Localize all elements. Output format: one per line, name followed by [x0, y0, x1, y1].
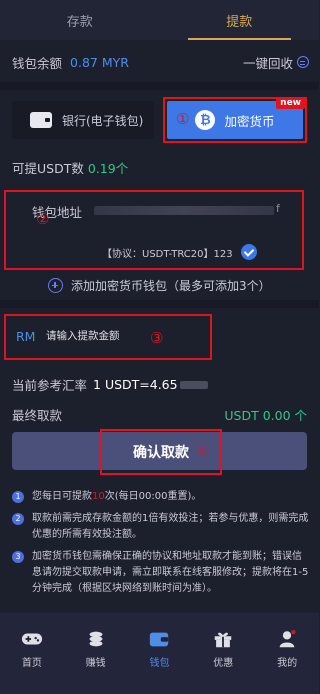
note-text-pre: 您每日可提款	[32, 491, 92, 502]
recycle-label: 一键回收	[242, 55, 293, 71]
note-item: 2 取款前需完成存款金额的1倍有效投注；若参与优惠，则需完成优惠的所需有效投注额…	[12, 511, 309, 543]
note-number: 2	[12, 513, 24, 525]
recycle-button[interactable]: 一键回收	[243, 53, 309, 72]
tab-deposit-label: 存款	[66, 14, 93, 30]
nav-mine-label: 我的	[277, 658, 298, 669]
wallet-address-card[interactable]: 钱包地址 f ② 【协议：USDT-TRC20】123	[4, 190, 304, 270]
note-text: 取款前需完成存款金额的1倍有效投注；若参与优惠，则需完成优惠的所需有效投注额。	[32, 513, 309, 540]
nav-home[interactable]: 首页	[0, 613, 64, 694]
note-text: 加密货币钱包需确保正确的协议和地址取款才能到账；错误信息请勿提交取款申请，需立即…	[32, 551, 309, 594]
coins-icon	[89, 631, 103, 647]
note-highlight: 10	[92, 491, 105, 502]
final-amount-label: 最终取款	[12, 408, 63, 423]
amount-field: RM	[4, 314, 212, 360]
bitcoin-icon: ₿	[195, 110, 216, 130]
gamepad-icon	[21, 633, 42, 645]
note-number: 3	[12, 551, 24, 563]
amount-input[interactable]	[46, 325, 156, 347]
check-circle-icon	[240, 244, 257, 260]
rate-label: 当前参考汇率	[12, 378, 88, 393]
wallet-address-tail: f	[276, 202, 280, 215]
method-bank-button[interactable]: 银行(电子钱包)	[12, 101, 154, 139]
annotation-2: ②	[36, 210, 50, 228]
balance-row: 钱包余额 0.87 MYR 一键回收	[12, 52, 309, 72]
notes-list: 1 您每日可提款10次(每日00:00重置)。 2 取款前需完成存款金额的1倍有…	[12, 489, 309, 603]
nav-earn-label: 赚钱	[85, 658, 106, 669]
note-item: 3 加密货币钱包需确保正确的协议和地址取款才能到账；错误信息请勿提交取款申请，需…	[12, 549, 309, 597]
wallet-address-masked	[94, 206, 274, 215]
tab-withdraw-label: 提款	[226, 14, 253, 30]
balance-label: 钱包余额	[12, 55, 63, 71]
plus-circle-icon	[48, 278, 63, 293]
annotation-4: ④	[196, 442, 210, 460]
nav-earn[interactable]: 赚钱	[64, 613, 128, 694]
nav-wallet-label: 钱包	[149, 658, 170, 669]
note-text-post: 次(每日00:00重置)。	[104, 491, 202, 502]
gift-icon	[215, 632, 232, 648]
divider	[0, 300, 319, 308]
divider	[0, 82, 319, 90]
wallet-protocol: 【协议：USDT-TRC20】123	[102, 244, 257, 260]
amount-currency: RM	[16, 329, 36, 344]
rate-value: 1 USDT=4.65	[93, 377, 178, 392]
confirm-label: 确认取款	[133, 445, 189, 461]
note-number: 1	[12, 491, 24, 503]
top-tabs: 存款 提款	[0, 0, 319, 40]
available-row: 可提USDT数 0.19个	[12, 158, 128, 177]
annotation-1: ①	[176, 110, 190, 128]
available-value: 0.19个	[87, 161, 129, 176]
recycle-icon	[297, 56, 309, 68]
wallet-icon	[150, 632, 169, 647]
nav-promo-label: 优惠	[213, 658, 234, 669]
rate-row: 当前参考汇率 1 USDT=4.65	[12, 375, 208, 394]
nav-home-label: 首页	[21, 658, 42, 669]
nav-wallet[interactable]: 钱包	[128, 613, 192, 694]
final-amount-value: USDT 0.00 个	[224, 408, 307, 423]
wallet-protocol-text: 【协议：USDT-TRC20】123	[102, 248, 233, 260]
nav-promo[interactable]: 优惠	[191, 613, 255, 694]
final-amount-row: 最终取款 USDT 0.00 个	[12, 405, 307, 424]
new-badge: new	[276, 97, 305, 109]
note-text: 您每日可提款10次(每日00:00重置)。	[32, 489, 201, 505]
method-crypto-label: 加密货币	[224, 113, 275, 129]
add-wallet-label: 添加加密货币钱包（最多可添加3个）	[71, 279, 271, 293]
note-item: 1 您每日可提款10次(每日00:00重置)。	[12, 489, 309, 505]
add-wallet-button[interactable]: 添加加密货币钱包（最多可添加3个）	[48, 277, 271, 294]
bottom-nav: 首页 赚钱 钱包 优惠 我的	[0, 613, 319, 694]
available-label: 可提USDT数	[12, 161, 84, 176]
method-bank-label: 银行(电子钱包)	[62, 113, 144, 128]
annotation-3: ③	[150, 329, 164, 347]
wallet-card-icon	[30, 112, 52, 128]
rate-masked	[179, 380, 208, 389]
tab-withdraw[interactable]: 提款	[160, 0, 320, 40]
balance-value: 0.87 MYR	[70, 54, 129, 70]
nav-mine[interactable]: 我的	[255, 613, 319, 694]
user-icon	[279, 630, 296, 648]
tab-deposit[interactable]: 存款	[0, 0, 160, 40]
